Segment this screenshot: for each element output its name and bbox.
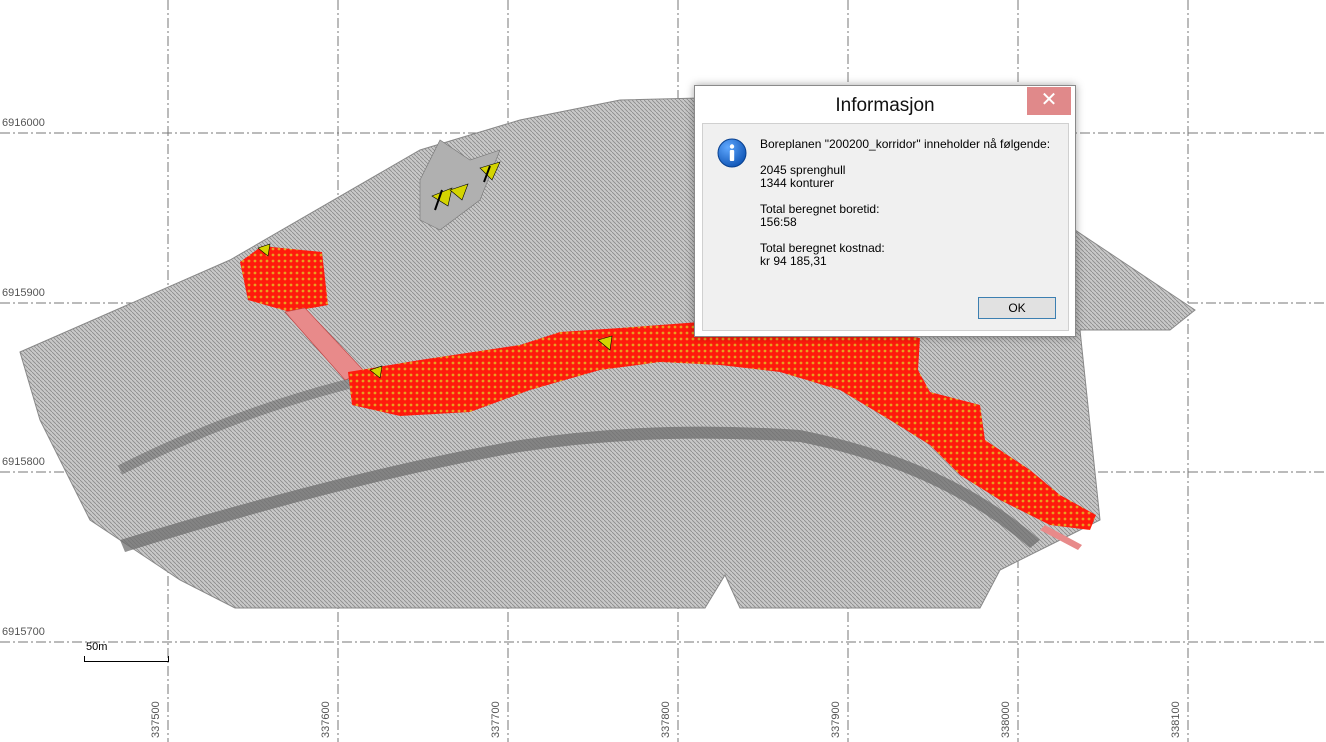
x-axis-label-337500: 337500	[150, 701, 162, 738]
dialog-titlebar[interactable]: Informasjon ✕	[695, 86, 1075, 122]
x-axis-label-338100: 338100	[1170, 701, 1182, 738]
x-axis-label-337800: 337800	[660, 701, 672, 738]
scale-bar-label: 50m	[86, 641, 108, 653]
x-axis-label-337900: 337900	[830, 701, 842, 738]
close-button[interactable]: ✕	[1027, 87, 1071, 115]
message-intro: Boreplanen "200200_korridor" inneholder …	[760, 137, 1051, 151]
map-viewport[interactable]: 6916000 6915900 6915800 6915700 337500 3…	[0, 0, 1326, 742]
dialog-title: Informasjon	[835, 95, 935, 116]
y-axis-label-6915700: 6915700	[2, 626, 45, 638]
info-icon	[717, 138, 747, 168]
message-cost-value: kr 94 185,31	[760, 254, 827, 268]
message-time-label: Total beregnet boretid:	[760, 202, 880, 216]
x-axis-label-337700: 337700	[490, 701, 502, 738]
message-contours: 1344 konturer	[760, 176, 835, 190]
x-axis-label-337600: 337600	[320, 701, 332, 738]
dialog-body: Boreplanen "200200_korridor" inneholder …	[702, 123, 1069, 331]
message-time-value: 156:58	[760, 215, 797, 229]
dialog-message: Boreplanen "200200_korridor" inneholder …	[760, 138, 1050, 268]
terrain-canvas[interactable]	[0, 0, 1326, 742]
information-dialog[interactable]: Informasjon ✕ Boreplanen "200200_korrido…	[694, 85, 1076, 337]
y-axis-label-6915800: 6915800	[2, 456, 45, 468]
ok-button[interactable]: OK	[978, 297, 1056, 319]
y-axis-label-6915900: 6915900	[2, 287, 45, 299]
close-icon: ✕	[1040, 89, 1058, 111]
x-axis-label-338000: 338000	[1000, 701, 1012, 738]
scale-bar-line	[84, 656, 169, 662]
y-axis-label-6916000: 6916000	[2, 117, 45, 129]
